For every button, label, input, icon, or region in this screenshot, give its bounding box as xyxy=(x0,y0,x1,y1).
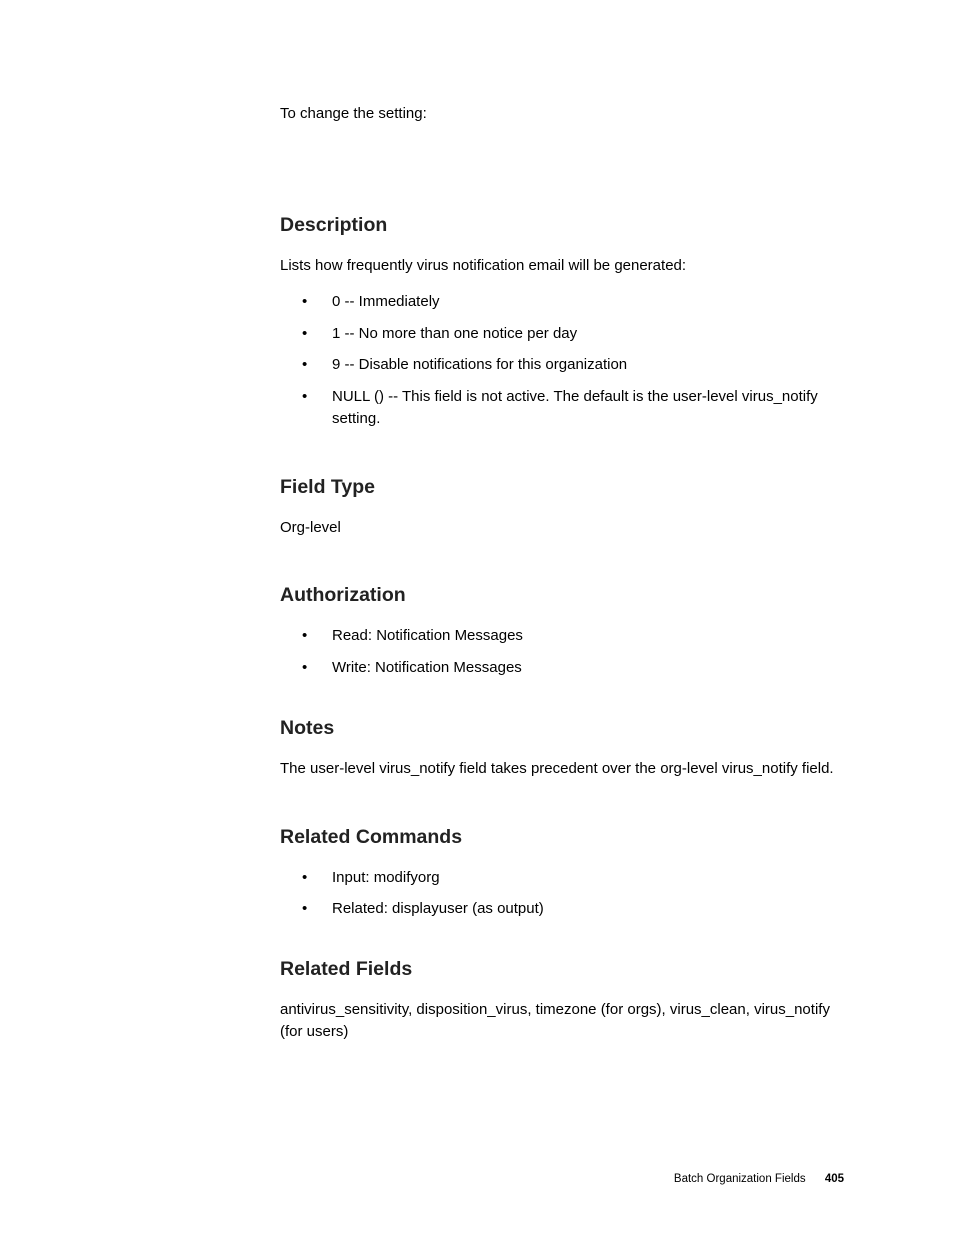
list-item: Related: displayuser (as output) xyxy=(280,898,844,920)
list-item: 1 -- No more than one notice per day xyxy=(280,323,844,345)
description-list: 0 -- Immediately 1 -- No more than one n… xyxy=(280,291,844,430)
heading-field-type: Field Type xyxy=(280,476,844,499)
section-related-fields: Related Fields antivirus_sensitivity, di… xyxy=(280,958,844,1043)
section-notes: Notes The user-level virus_notify field … xyxy=(280,717,844,780)
document-page: To change the setting: Description Lists… xyxy=(0,0,954,1235)
heading-description: Description xyxy=(280,214,844,237)
list-item: 0 -- Immediately xyxy=(280,291,844,313)
footer-page-number: 405 xyxy=(825,1173,844,1185)
section-related-commands: Related Commands Input: modifyorg Relate… xyxy=(280,826,844,921)
footer-title: Batch Organization Fields xyxy=(674,1173,806,1185)
field-type-body: Org-level xyxy=(280,517,844,539)
list-item: Input: modifyorg xyxy=(280,867,844,889)
description-lead: Lists how frequently virus notification … xyxy=(280,255,844,277)
authorization-list: Read: Notification Messages Write: Notif… xyxy=(280,625,844,679)
heading-related-commands: Related Commands xyxy=(280,826,844,849)
related-commands-list: Input: modifyorg Related: displayuser (a… xyxy=(280,867,844,921)
section-authorization: Authorization Read: Notification Message… xyxy=(280,584,844,679)
heading-notes: Notes xyxy=(280,717,844,740)
list-item: Write: Notification Messages xyxy=(280,657,844,679)
heading-related-fields: Related Fields xyxy=(280,958,844,981)
related-fields-body: antivirus_sensitivity, disposition_virus… xyxy=(280,999,844,1043)
list-item: Read: Notification Messages xyxy=(280,625,844,647)
list-item: NULL () -- This field is not active. The… xyxy=(280,386,844,430)
page-footer: Batch Organization Fields 405 xyxy=(674,1173,844,1185)
intro-text: To change the setting: xyxy=(280,103,844,124)
section-description: Description Lists how frequently virus n… xyxy=(280,214,844,430)
notes-body: The user-level virus_notify field takes … xyxy=(280,758,844,780)
section-field-type: Field Type Org-level xyxy=(280,476,844,539)
heading-authorization: Authorization xyxy=(280,584,844,607)
list-item: 9 -- Disable notifications for this orga… xyxy=(280,354,844,376)
